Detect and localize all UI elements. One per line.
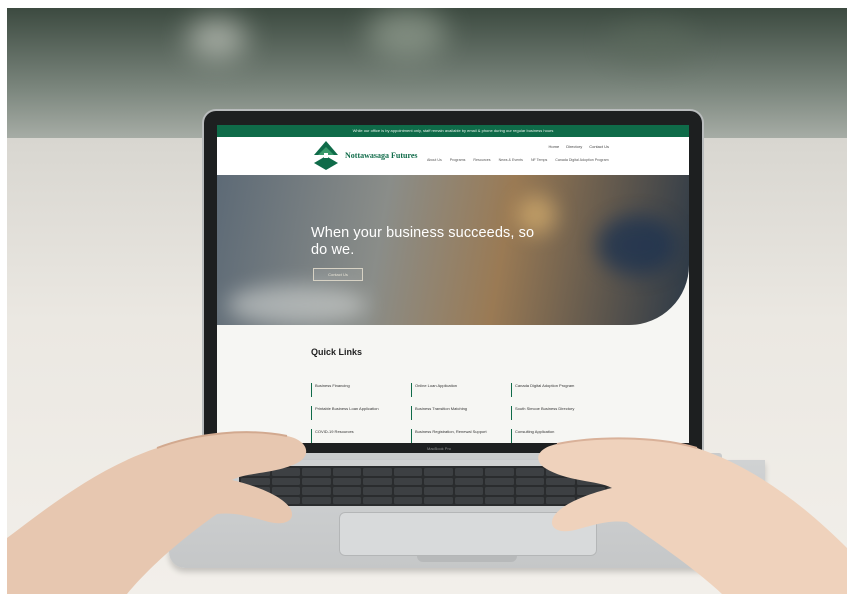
logo-text: Nottawasaga Futures xyxy=(345,150,418,160)
keyboard-key xyxy=(363,487,392,495)
nav-cdap[interactable]: Canada Digital Adoption Program xyxy=(555,158,608,162)
util-link-directory[interactable]: Directory xyxy=(566,144,582,149)
keyboard-key xyxy=(454,468,484,476)
nav-resources[interactable]: Resources xyxy=(473,158,490,162)
keyboard-key xyxy=(485,477,514,485)
notice-bar: While our office is by appointment only,… xyxy=(217,125,689,137)
lid-notch xyxy=(417,556,517,562)
background-bokeh xyxy=(607,23,697,63)
keyboard-key xyxy=(454,477,484,485)
photo-frame: While our office is by appointment only,… xyxy=(7,8,847,594)
keyboard-key xyxy=(363,477,392,485)
site-header: Home Directory Contact Us Nottawasaga Fu… xyxy=(217,137,689,175)
keyboard-key xyxy=(393,487,423,495)
left-hand xyxy=(7,431,307,594)
site-logo[interactable]: Nottawasaga Futures xyxy=(310,139,418,171)
keyboard-key xyxy=(393,468,423,476)
hero-headline: When your business succeeds, so do we. xyxy=(311,225,535,258)
nav-programs[interactable]: Programs xyxy=(450,158,466,162)
keyboard-key xyxy=(485,496,514,504)
util-link-contact[interactable]: Contact Us xyxy=(589,144,609,149)
keyboard-key xyxy=(363,468,392,476)
nav-about[interactable]: About Us xyxy=(427,158,442,162)
util-link-home[interactable]: Home xyxy=(549,144,560,149)
hero-banner: When your business succeeds, so do we. C… xyxy=(217,175,689,325)
keyboard-key xyxy=(485,468,514,476)
keyboard-key xyxy=(485,487,514,495)
quick-link[interactable]: Online Loan Application xyxy=(411,383,511,397)
nav-nf-temps[interactable]: NF Temps xyxy=(531,158,547,162)
nav-news-events[interactable]: News & Events xyxy=(499,158,523,162)
quick-link[interactable]: Canada Digital Adoption Program xyxy=(511,383,611,397)
keyboard-key xyxy=(424,496,453,504)
hero-keyboard xyxy=(227,285,367,325)
quick-link[interactable]: Business Transition Matching xyxy=(411,406,511,420)
keyboard-key xyxy=(363,496,392,504)
keyboard-key xyxy=(454,496,484,504)
main-nav: About Us Programs Resources News & Event… xyxy=(427,158,609,162)
keyboard-key xyxy=(424,487,453,495)
quick-link[interactable]: Business Registration, Renewal Support xyxy=(411,429,511,443)
laptop-brand-label: MacBook Pro xyxy=(427,446,452,451)
keyboard-key xyxy=(424,468,453,476)
tree-logo-icon xyxy=(314,141,338,170)
contact-us-button[interactable]: Contact Us xyxy=(313,268,363,281)
background-bokeh xyxy=(367,8,447,58)
background-bokeh xyxy=(187,18,247,58)
hero-mug xyxy=(597,215,677,275)
quick-links-title: Quick Links xyxy=(311,347,363,357)
keyboard-key xyxy=(393,477,423,485)
right-hand xyxy=(538,437,847,594)
utility-nav: Home Directory Contact Us xyxy=(549,144,609,149)
keyboard-key xyxy=(393,496,423,504)
keyboard-key xyxy=(424,477,453,485)
keyboard-key xyxy=(454,487,484,495)
